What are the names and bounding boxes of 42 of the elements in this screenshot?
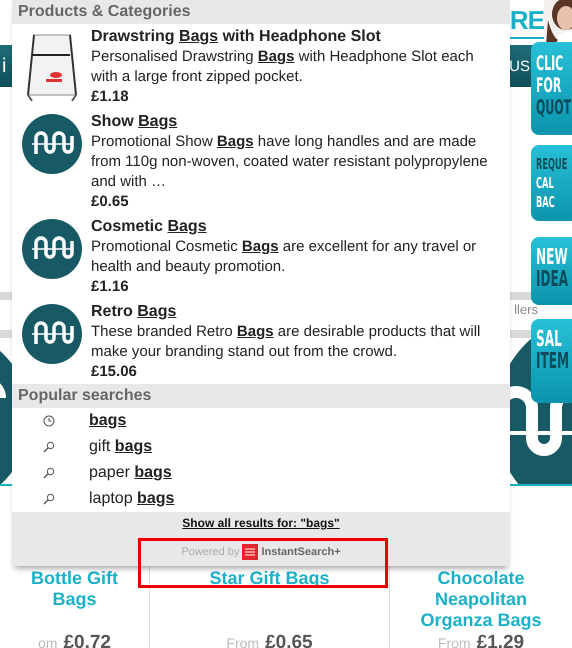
- product-suggestion[interactable]: Drawstring Bags with Headphone Slot Personalised Drawstring Bags with Headphone Slot each with a large front zipped pocket. £1.18: [12, 24, 510, 109]
- side-button[interactable]: SAL ITEM: [531, 319, 572, 403]
- brand-name: InstantSearch+: [261, 546, 341, 558]
- product-price: £1.29: [476, 632, 524, 648]
- product-name[interactable]: Show Bags: [91, 112, 178, 132]
- product-suggestion[interactable]: Retro Bags These branded Retro Bags are desirable products that will make your branding stand out from the crowd. £15.06: [12, 299, 510, 384]
- from-label: om: [38, 635, 58, 648]
- powered-by-label: Powered by: [181, 546, 240, 558]
- product-name[interactable]: Drawstring Bags with Headphone Slot: [91, 27, 381, 47]
- logo-icon: [22, 114, 82, 174]
- side-button[interactable]: REQUE CAL BAC: [531, 145, 572, 221]
- from-label: From: [438, 635, 471, 648]
- product-description: Promotional Show Bags have long handles and are made from 110g non-woven, coated water resistant polypropylene and with …: [91, 132, 489, 192]
- logo-icon: [22, 219, 82, 279]
- search-icon: [43, 467, 55, 479]
- search-suggestion[interactable]: gift bags: [89, 438, 152, 456]
- nav-item[interactable]: US: [509, 58, 530, 74]
- brand-logo-icon: [242, 544, 258, 560]
- from-label: From: [226, 635, 260, 648]
- product-price: £1.18: [91, 87, 129, 107]
- nav-item[interactable]: i: [2, 54, 6, 78]
- section-heading: Popular searches: [12, 384, 510, 408]
- product-price: £0.65: [91, 192, 129, 212]
- search-suggestion[interactable]: paper bags: [89, 464, 172, 482]
- search-suggestion[interactable]: bags: [89, 412, 126, 430]
- section-heading: Products & Categories: [12, 0, 510, 24]
- clock-icon: [43, 415, 55, 427]
- product-description: Promotional Cosmetic Bags are excellent for any travel or health and beauty promotion.: [91, 237, 478, 277]
- product-price: £0.72: [63, 632, 111, 648]
- product-price: £15.06: [91, 362, 137, 382]
- product-price: £0.65: [265, 632, 313, 648]
- product-price: £1.16: [91, 277, 129, 297]
- product-suggestion[interactable]: Show Bags Promotional Show Bags have long handles and are made from 110g non-woven, coated water resistant polypropylene and with … £0.65: [12, 109, 510, 214]
- product-name[interactable]: Retro Bags: [91, 302, 176, 322]
- show-all-link[interactable]: Show all results for: "bags": [182, 516, 340, 530]
- product-description: Personalised Drawstring Bags with Headphone Slot each with a large front zipped pocket.: [91, 47, 475, 87]
- logo-icon: [22, 304, 82, 364]
- search-icon: [43, 493, 55, 505]
- product-description: These branded Retro Bags are desirable products that will make your branding stand out from the crowd.: [91, 322, 482, 362]
- search-icon: [43, 441, 55, 453]
- product-name[interactable]: Cosmetic Bags: [91, 217, 207, 237]
- product-suggestion[interactable]: Cosmetic Bags Promotional Cosmetic Bags are excellent for any travel or health and beauty promotion. £1.16: [12, 214, 510, 299]
